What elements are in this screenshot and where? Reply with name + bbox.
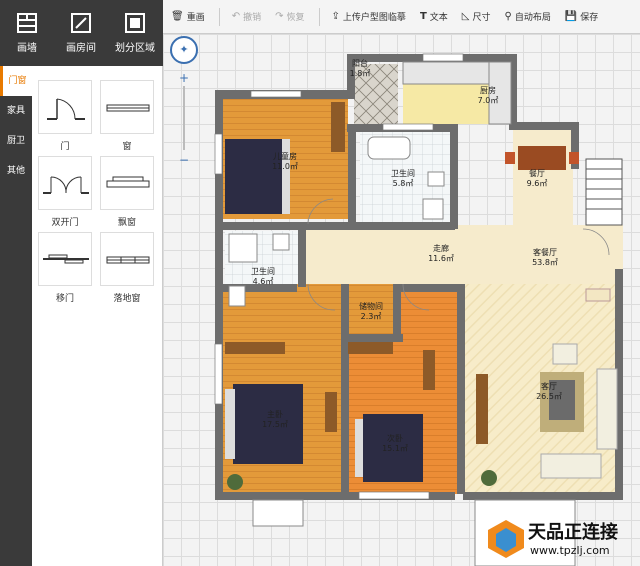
floorplan-canvas[interactable]: 阳台 1.8㎡ 厨房 7.0㎡ 儿童房 11.0㎡ 卫生间 5.8㎡ 餐厅 9.6㎡ 卫生… [163, 34, 640, 566]
room-label-balcony: 阳台 1.8㎡ [349, 59, 371, 78]
palette-item-double-door[interactable] [38, 156, 92, 210]
upload-icon: ⇪ [331, 11, 340, 22]
draw-wall-tool[interactable]: 画墙 [0, 0, 54, 66]
category-sidebar: 门窗 家具 厨卫 其他 [0, 66, 32, 566]
zoom-out-button[interactable]: − [178, 154, 190, 166]
room-label-dining: 餐厅 9.6㎡ [526, 169, 548, 188]
save-button[interactable]: 💾 保存 [565, 10, 598, 23]
category-kitchen-bath[interactable]: 厨卫 [0, 126, 32, 156]
room-label-living: 客厅 26.5㎡ [536, 382, 562, 401]
palette-item-bay-window[interactable] [100, 156, 154, 210]
text-button[interactable]: T 文本 [420, 10, 448, 23]
main-toolbar: 🗑 重画 ↶ 撤销 ↷ 恢复 ⇪ 上传户型图临摹 T 文本 ◺ 尺寸 ⚲ 自动布局 💾 保存 [163, 0, 640, 34]
room-label-master: 主卧 17.5㎡ [262, 410, 288, 429]
divide-area-icon [125, 12, 145, 33]
watermark-logo-icon [488, 520, 524, 558]
category-furniture[interactable]: 家具 [0, 96, 32, 126]
draw-room-label: 画房间 [66, 42, 96, 54]
palette-item-sliding-door[interactable] [38, 232, 92, 286]
divide-area-tool[interactable]: 划分区域 [108, 0, 162, 66]
dimension-button[interactable]: ◺ 尺寸 [462, 10, 491, 23]
palette-item-floor-window[interactable] [100, 232, 154, 286]
undo-button[interactable]: ↶ 撤销 [232, 10, 261, 23]
dining-table [518, 146, 566, 170]
compass-icon[interactable]: ✦ [170, 36, 198, 64]
watermark-title: 天品正连接 [528, 522, 618, 543]
room-label-storage: 储物间 2.3㎡ [359, 302, 383, 321]
redo-icon: ↷ [275, 11, 284, 22]
watermark: 天品正连接 www.tpzlj.com [486, 516, 636, 564]
room-label-bath1: 卫生间 5.8㎡ [391, 169, 415, 188]
redraw-button[interactable]: 🗑 重画 [171, 10, 205, 23]
divide-area-label: 划分区域 [115, 42, 155, 54]
watermark-url: www.tpzlj.com [530, 544, 610, 557]
double-door-icon [43, 176, 89, 194]
draw-tools-panel: 画墙 画房间 划分区域 [0, 0, 163, 66]
room-label-second: 次卧 15.1㎡ [382, 434, 408, 453]
component-palette: 门 窗 双开门 飘窗 移门 落地窗 [32, 66, 163, 566]
palette-label-door: 门 [60, 142, 70, 152]
zoom-slider-track[interactable] [183, 86, 185, 150]
palette-item-window[interactable] [100, 80, 154, 134]
palette-label-floor-window: 落地窗 [113, 294, 141, 304]
floorplan [214, 53, 623, 566]
palette-label-bay-window: 飘窗 [117, 218, 136, 228]
room-label-living-dining: 客餐厅 53.8㎡ [532, 248, 558, 267]
window-icon [106, 104, 150, 112]
room-label-children: 儿童房 11.0㎡ [272, 152, 298, 171]
toolbar-divider [218, 7, 220, 26]
door-icon [47, 98, 85, 120]
draw-room-icon [71, 12, 91, 33]
draw-room-tool[interactable]: 画房间 [54, 0, 108, 66]
palette-label-window: 窗 [122, 142, 132, 152]
toolbar-divider [318, 7, 320, 26]
draw-wall-icon [17, 12, 37, 33]
trash-icon: 🗑 [171, 11, 184, 22]
sliding-door-icon [43, 254, 89, 264]
undo-icon: ↶ [231, 11, 241, 22]
ruler-icon: ◺ [461, 11, 470, 22]
room-label-bath2: 卫生间 4.6㎡ [251, 267, 275, 286]
upload-trace-button[interactable]: ⇪ 上传户型图临摹 [332, 10, 406, 23]
category-doors-windows[interactable]: 门窗 [0, 66, 32, 96]
auto-layout-button[interactable]: ⚲ 自动布局 [505, 10, 551, 23]
children-bed [225, 139, 282, 214]
category-other[interactable]: 其他 [0, 156, 32, 186]
redo-button[interactable]: ↷ 恢复 [275, 10, 304, 23]
zoom-control: ✦ + − [170, 36, 200, 176]
second-top-floor [397, 284, 457, 338]
draw-wall-label: 画墙 [17, 42, 37, 54]
zoom-in-button[interactable]: + [178, 72, 190, 84]
room-label-corridor: 走廊 11.6㎡ [428, 244, 454, 263]
stairs [585, 158, 623, 226]
pin-icon: ⚲ [504, 11, 512, 22]
palette-item-door[interactable] [38, 80, 92, 134]
palette-label-double-door: 双开门 [51, 218, 79, 228]
save-icon: 💾 [564, 11, 578, 22]
bay-window-icon [106, 176, 150, 188]
floor-window-icon [106, 256, 150, 264]
room-label-kitchen: 厨房 7.0㎡ [477, 86, 499, 105]
palette-label-sliding-door: 移门 [55, 294, 74, 304]
text-icon: T [419, 11, 427, 22]
